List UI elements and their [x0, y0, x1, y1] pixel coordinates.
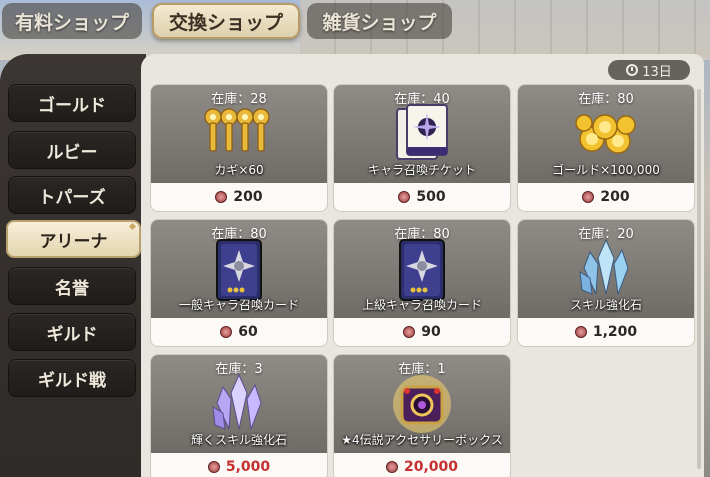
coins-icon — [575, 114, 636, 154]
keys-icon — [204, 108, 270, 152]
item-price: 1,200 — [518, 324, 694, 340]
category-topaz[interactable]: トパーズ — [8, 176, 136, 214]
item-price-value: 200 — [600, 189, 630, 205]
item-price-value: 1,200 — [592, 324, 638, 340]
medal-icon — [220, 326, 233, 338]
item-name: 輝くスキル強化石 — [190, 433, 287, 447]
item-price: 5,000 — [151, 459, 327, 475]
summon-card-icon — [399, 239, 445, 301]
ticket-icon — [396, 104, 448, 160]
medal-icon — [574, 326, 587, 338]
item-name: キャラ召喚チケット — [367, 163, 476, 177]
item-price-value: 5,000 — [225, 459, 271, 475]
item-card-shining-skill-stone[interactable]: 在庫：3 輝くスキル強化石 5,000 — [150, 354, 328, 477]
item-price: 90 — [334, 324, 510, 340]
days-remaining-badge: 13日 — [608, 60, 690, 80]
crystal-icon — [579, 238, 629, 295]
medal-icon — [385, 461, 398, 473]
category-arena[interactable]: アリーナ — [6, 220, 141, 258]
item-name: スキル強化石 — [569, 298, 642, 312]
item-price: 500 — [334, 189, 510, 205]
summon-card-icon — [216, 239, 262, 301]
item-price: 20,000 — [334, 459, 510, 475]
item-card-advanced-summon-card[interactable]: 在庫：80 上級キャラ召喚カード 90 — [333, 219, 511, 347]
category-arena-label: アリーナ — [39, 231, 108, 252]
active-indicator — [128, 222, 137, 231]
item-card-summon-ticket[interactable]: 在庫：40 キャラ召喚チケット 500 — [333, 84, 511, 212]
medal-icon — [403, 326, 416, 338]
medal-icon — [215, 191, 228, 203]
item-stock: 在庫：80 — [578, 92, 634, 107]
medal-icon — [207, 461, 220, 473]
item-price-value: 500 — [416, 189, 446, 205]
item-price: 200 — [518, 189, 694, 205]
item-name: 一般キャラ召喚カード — [178, 298, 299, 312]
scrollbar[interactable] — [697, 89, 701, 469]
item-card-accessory-box[interactable]: 在庫：1 ★4伝説アクセサリーボックス 20,000 — [333, 354, 511, 477]
category-sidebar: ゴールド ルビー トパーズ アリーナ 名誉 ギルド ギルド戦 — [0, 54, 146, 477]
clock-icon — [626, 64, 639, 76]
item-price-value: 200 — [233, 189, 263, 205]
item-card-skill-stone[interactable]: 在庫：20 スキル強化石 1,200 — [517, 219, 695, 347]
accessory-box-icon — [393, 375, 451, 433]
days-remaining-text: 13日 — [642, 64, 672, 80]
item-card-gold[interactable]: 在庫：80 ゴールド×100,000 200 — [517, 84, 695, 212]
item-price-value: 20,000 — [403, 459, 459, 475]
category-ruby[interactable]: ルビー — [8, 131, 136, 169]
tab-exchange-shop[interactable]: 交換ショップ — [152, 3, 300, 39]
medal-icon — [398, 191, 411, 203]
item-name: カギ×60 — [214, 163, 264, 177]
crystal-icon — [212, 373, 262, 430]
tab-misc-shop[interactable]: 雑貨ショップ — [307, 3, 452, 39]
category-gold[interactable]: ゴールド — [8, 84, 136, 122]
item-price: 60 — [151, 324, 327, 340]
item-name: 上級キャラ召喚カード — [361, 298, 482, 312]
category-honor[interactable]: 名誉 — [8, 267, 136, 305]
shop-items-panel: 13日 在庫：28 カギ×60 200 在庫：40 キャラ召喚チケット 500 … — [141, 54, 704, 477]
category-guild[interactable]: ギルド — [8, 313, 136, 351]
item-price-value: 90 — [421, 324, 441, 340]
item-name: ★4伝説アクセサリーボックス — [341, 433, 503, 447]
item-price: 200 — [151, 189, 327, 205]
tab-paid-shop[interactable]: 有料ショップ — [2, 3, 142, 39]
medal-icon — [582, 191, 595, 203]
item-card-keys[interactable]: 在庫：28 カギ×60 200 — [150, 84, 328, 212]
item-price-value: 60 — [238, 324, 258, 340]
item-card-normal-summon-card[interactable]: 在庫：80 一般キャラ召喚カード 60 — [150, 219, 328, 347]
category-guild-war[interactable]: ギルド戦 — [8, 359, 136, 397]
item-name: ゴールド×100,000 — [552, 163, 660, 177]
